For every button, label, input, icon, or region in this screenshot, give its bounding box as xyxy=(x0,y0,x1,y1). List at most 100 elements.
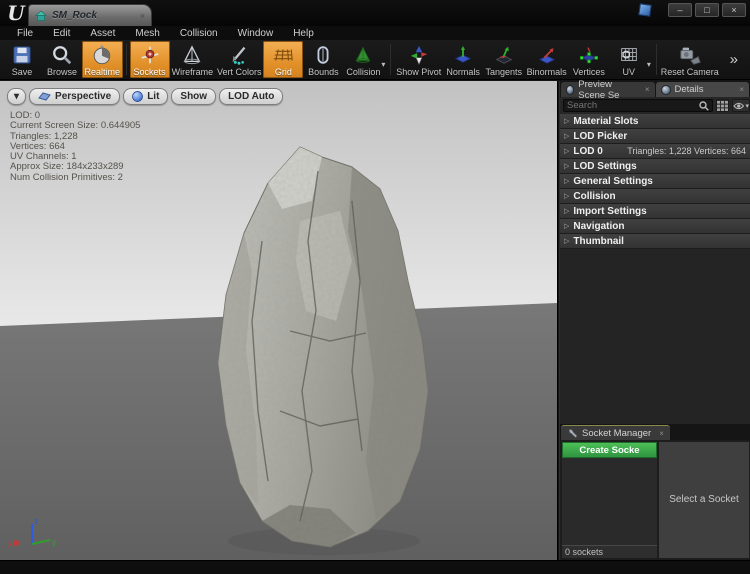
lit-mode-button[interactable]: Lit xyxy=(123,88,168,105)
details-tab-bar: Preview Scene Se × Details × xyxy=(560,81,750,97)
static-mesh-asset-icon xyxy=(35,10,47,22)
details-panel: Preview Scene Se × Details × ▾ xyxy=(559,81,750,560)
menu-asset[interactable]: Asset xyxy=(81,28,124,39)
toolbar-separator xyxy=(390,44,391,75)
expander-icon: ▷ xyxy=(564,177,569,185)
bounds-icon xyxy=(312,43,334,66)
wireframe-icon xyxy=(181,43,203,66)
section-navigation[interactable]: ▷ Navigation xyxy=(560,219,750,234)
browse-button[interactable]: Browse xyxy=(42,41,82,78)
toolbar-separator xyxy=(656,44,657,75)
create-socket-button[interactable]: Create Socke xyxy=(562,442,657,458)
expander-icon: ▷ xyxy=(564,237,569,245)
search-box[interactable] xyxy=(563,99,713,112)
socket-detail-area: Select a Socket xyxy=(659,442,749,558)
details-search-row: ▾ xyxy=(560,97,750,114)
tab-preview-scene-settings[interactable]: Preview Scene Se × xyxy=(561,82,655,97)
section-general-settings[interactable]: ▷ General Settings xyxy=(560,174,750,189)
tab-close-icon[interactable]: × xyxy=(645,85,650,94)
uv-toggle[interactable]: UV xyxy=(609,41,649,78)
asset-tab-title: SM_Rock xyxy=(52,10,140,21)
menu-file[interactable]: File xyxy=(8,28,42,39)
asset-document-tab[interactable]: SM_Rock × xyxy=(28,4,152,26)
axis-x-label: x xyxy=(8,539,13,549)
tab-close-icon[interactable]: × xyxy=(739,85,744,94)
section-lod-settings[interactable]: ▷ LOD Settings xyxy=(560,159,750,174)
reset-camera-button[interactable]: Reset Camera xyxy=(660,41,720,78)
search-input[interactable] xyxy=(567,100,699,111)
lit-icon xyxy=(132,91,143,102)
section-lod0[interactable]: ▷ LOD 0 Triangles: 1,228 Vertices: 664 xyxy=(560,144,750,159)
save-button[interactable]: Save xyxy=(2,41,42,78)
stat-collision-primitives: Num Collision Primitives: 2 xyxy=(10,173,140,183)
viewport-options-button[interactable]: ▾ xyxy=(7,88,26,105)
menu-collision[interactable]: Collision xyxy=(171,28,227,39)
tab-details[interactable]: Details × xyxy=(656,82,750,97)
asset-type-cube-icon xyxy=(638,3,652,17)
close-button[interactable]: × xyxy=(722,3,746,17)
browse-icon xyxy=(51,43,73,66)
socket-list-column: Create Socke 0 sockets xyxy=(562,442,657,558)
menu-window[interactable]: Window xyxy=(229,28,283,39)
tab-socket-manager[interactable]: Socket Manager × xyxy=(561,425,670,440)
expander-icon: ▷ xyxy=(564,222,569,230)
perspective-button[interactable]: Perspective xyxy=(29,88,120,105)
realtime-icon xyxy=(91,43,113,66)
toolbar-overflow-chevron[interactable]: » xyxy=(720,51,748,68)
collision-toggle[interactable]: Collision xyxy=(343,41,383,78)
grid-toggle[interactable]: Grid xyxy=(263,41,303,78)
tangents-toggle[interactable]: Tangents xyxy=(483,41,524,78)
lod-auto-button[interactable]: LOD Auto xyxy=(219,88,283,105)
reset-camera-icon xyxy=(677,43,703,66)
expander-icon: ▷ xyxy=(564,147,569,155)
search-icon xyxy=(699,101,709,111)
sockets-toggle[interactable]: Sockets xyxy=(130,41,170,78)
section-thumbnail[interactable]: ▷ Thumbnail xyxy=(560,234,750,249)
display-filter-button[interactable]: ▾ xyxy=(732,99,750,112)
axis-y-label: y xyxy=(52,537,57,547)
menu-help[interactable]: Help xyxy=(284,28,323,39)
expander-icon: ▷ xyxy=(564,132,569,140)
uv-icon xyxy=(618,43,640,66)
vert-colors-icon xyxy=(228,43,250,66)
menu-edit[interactable]: Edit xyxy=(44,28,79,39)
chevron-down-icon: ▾ xyxy=(745,102,749,110)
lod0-stats: Triangles: 1,228 Vertices: 664 xyxy=(627,146,746,156)
expander-icon: ▷ xyxy=(564,192,569,200)
section-lod-picker[interactable]: ▷ LOD Picker xyxy=(560,129,750,144)
restore-button[interactable]: □ xyxy=(695,3,719,17)
realtime-toggle[interactable]: Realtime xyxy=(82,41,123,78)
vertices-toggle[interactable]: Vertices xyxy=(569,41,609,78)
menu-mesh[interactable]: Mesh xyxy=(126,28,168,39)
details-sections: ▷ Material Slots ▷ LOD Picker ▷ LOD 0 Tr… xyxy=(560,114,750,249)
menu-bar: File Edit Asset Mesh Collision Window He… xyxy=(0,26,750,40)
normals-toggle[interactable]: Normals xyxy=(443,41,483,78)
grid-view-icon xyxy=(717,101,728,111)
section-import-settings[interactable]: ▷ Import Settings xyxy=(560,204,750,219)
binormals-toggle[interactable]: Binormals xyxy=(524,41,568,78)
section-collision[interactable]: ▷ Collision xyxy=(560,189,750,204)
bounds-toggle[interactable]: Bounds xyxy=(303,41,343,78)
editor-toolbar: Save Browse Realtime Sockets Wireframe xyxy=(0,40,750,80)
unreal-logo-icon: U xyxy=(4,1,28,25)
details-tab-icon xyxy=(661,85,671,95)
wrench-icon xyxy=(567,428,578,439)
property-matrix-button[interactable] xyxy=(716,99,729,112)
socket-list[interactable] xyxy=(562,458,657,545)
wireframe-toggle[interactable]: Wireframe xyxy=(170,41,216,78)
tab-close-icon[interactable]: × xyxy=(659,429,664,438)
show-pivot-icon xyxy=(408,43,430,66)
expander-icon: ▷ xyxy=(564,207,569,215)
expander-icon: ▷ xyxy=(564,117,569,125)
vert-colors-toggle[interactable]: Vert Colors xyxy=(215,41,263,78)
asset-tab-close-icon[interactable]: × xyxy=(140,11,145,21)
show-pivot-toggle[interactable]: Show Pivot xyxy=(394,41,443,78)
3d-viewport[interactable]: ▾ Perspective Lit Show LOD Auto LOD: 0 C… xyxy=(0,81,558,560)
collision-icon xyxy=(352,43,374,66)
minimize-button[interactable]: – xyxy=(668,3,692,17)
static-mesh-editor-window: U SM_Rock × – □ × File Edit Asset Mesh C… xyxy=(0,0,750,574)
axis-z-label: z xyxy=(34,516,39,526)
section-material-slots[interactable]: ▷ Material Slots xyxy=(560,114,750,129)
show-button[interactable]: Show xyxy=(171,88,216,105)
viewport-stats: LOD: 0 Current Screen Size: 0.644905 Tri… xyxy=(10,111,140,183)
